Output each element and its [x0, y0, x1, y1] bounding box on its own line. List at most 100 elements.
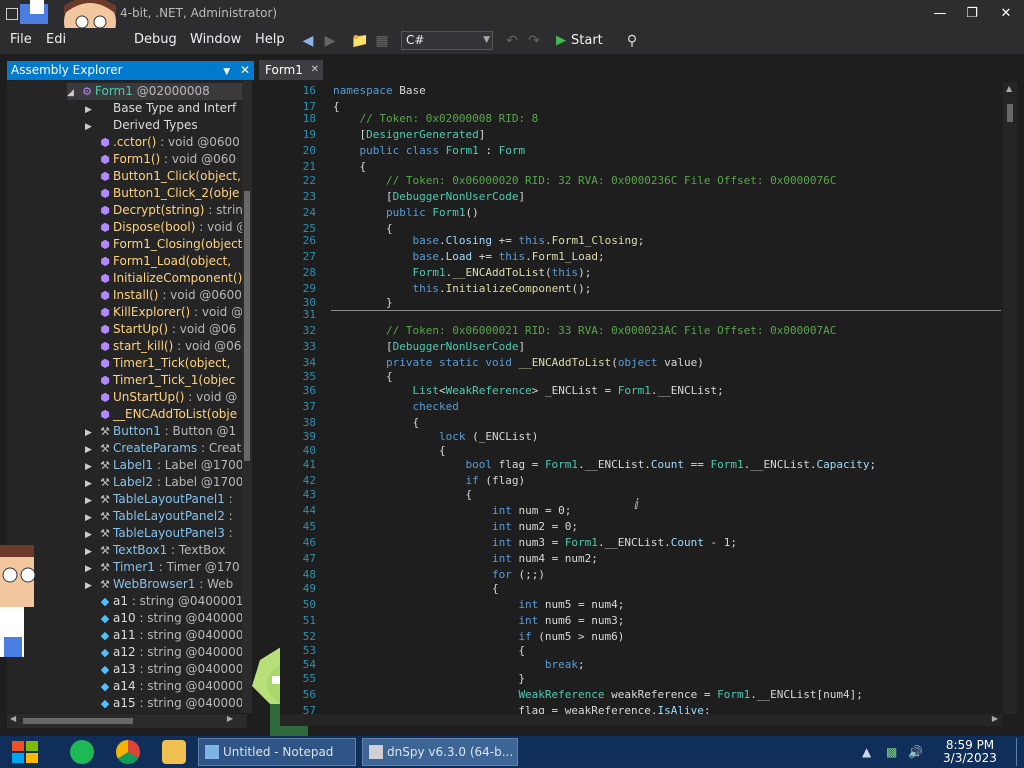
spotify-icon[interactable] — [70, 740, 94, 764]
code-line[interactable]: flag = weakReference.IsAlive; — [333, 704, 710, 714]
window-restore-icon[interactable] — [6, 8, 18, 20]
tree-row[interactable]: ⬢ .cctor() : void @0600 — [85, 134, 247, 151]
code-line[interactable]: checked — [333, 400, 458, 413]
code-line[interactable]: Form1.__ENCAddToList(this); — [333, 266, 591, 279]
back-icon[interactable]: ◀ — [298, 31, 318, 51]
code-line[interactable]: public class Form1 : Form — [333, 144, 526, 157]
tree-row[interactable]: ⬢ Form1_Load(object, — [85, 253, 247, 270]
chevron-down-icon[interactable]: ▼ — [223, 67, 230, 77]
network-icon[interactable]: ▩ — [886, 745, 897, 759]
scroll-left-icon[interactable]: ◀ — [10, 714, 16, 723]
tree-row[interactable]: ⬢ InitializeComponent() — [85, 270, 247, 287]
tree-row[interactable]: ⬢ __ENCAddToList(obje — [85, 406, 247, 423]
code-line[interactable]: if (flag) — [333, 474, 525, 487]
close-icon[interactable]: ✕ — [311, 60, 319, 80]
code-line[interactable]: int num4 = num2; — [333, 552, 598, 565]
code-line[interactable]: break; — [333, 658, 585, 671]
tree-row[interactable]: ⬢ Decrypt(string) : strin — [85, 202, 247, 219]
tree-row[interactable]: ▶ ⚒ TableLayoutPanel2 : — [85, 508, 247, 525]
tray-expand-icon[interactable]: ▲ — [862, 745, 871, 759]
tree-row[interactable]: ▶ ⚒ Label2 : Label @1700 — [85, 474, 247, 491]
tree-row[interactable]: ⬢ Form1() : void @060 — [85, 151, 247, 168]
code-line[interactable]: // Token: 0x06000021 RID: 33 RVA: 0x0000… — [333, 324, 836, 337]
code-line[interactable]: [DesignerGenerated] — [333, 128, 485, 141]
code-line[interactable]: // Token: 0x06000020 RID: 32 RVA: 0x0000… — [333, 174, 836, 187]
menu-window[interactable]: Window — [184, 30, 247, 50]
redo-icon[interactable]: ↷ — [524, 31, 544, 51]
chrome-icon[interactable] — [116, 740, 140, 764]
tree-row[interactable]: ⬢ Button1_Click_2(obje — [85, 185, 247, 202]
code-line[interactable]: namespace Base — [333, 84, 426, 97]
code-editor[interactable]: 16 namespace Base 17{18 // Token: 0x020000… — [280, 82, 1002, 714]
menu-debug[interactable]: Debug — [128, 30, 183, 50]
tree-row[interactable]: ◢ ⚙ Form1 @02000008 — [67, 83, 247, 100]
show-desktop-button[interactable] — [1016, 738, 1024, 766]
close-button[interactable]: ✕ — [994, 4, 1018, 24]
scroll-up-icon[interactable]: ▲ — [1006, 84, 1012, 93]
tree-row[interactable]: ◆ a13 : string @040000 — [85, 661, 247, 678]
code-line[interactable]: [DebuggerNonUserCode] — [333, 190, 525, 203]
menu-help[interactable]: Help — [249, 30, 291, 50]
tree-row[interactable]: ⬢ StartUp() : void @06 — [85, 321, 247, 338]
forward-icon[interactable]: ▶ — [320, 31, 340, 51]
tree-vertical-scrollbar[interactable] — [242, 81, 252, 713]
tree-row[interactable]: ⬢ Timer1_Tick(object, — [85, 355, 247, 372]
menu-edit[interactable]: Edi — [40, 30, 72, 50]
code-line[interactable]: for (;;) — [333, 568, 545, 581]
editor-horizontal-scrollbar[interactable]: ▶ — [280, 714, 1002, 726]
expander-icon[interactable]: ◢ — [67, 85, 79, 102]
search-icon[interactable]: ⚲ — [622, 31, 642, 51]
tree-row[interactable]: ▶ ⚒ TableLayoutPanel3 : — [85, 525, 247, 542]
tree-row[interactable]: ◆ a11 : string @040000 — [85, 627, 247, 644]
tree-horizontal-scrollbar[interactable]: ◀ ▶ — [7, 714, 247, 728]
scroll-right-icon[interactable]: ▶ — [227, 714, 233, 723]
code-line[interactable]: List<WeakReference> _ENCList = Form1.__E… — [333, 384, 723, 397]
scroll-thumb[interactable] — [244, 191, 250, 461]
tree-row[interactable]: ⬢ Dispose(bool) : void @ — [85, 219, 247, 236]
tree-row[interactable]: ▶ Derived Types — [85, 117, 247, 134]
tree-row[interactable]: ⬢ Timer1_Tick_1(objec — [85, 372, 247, 389]
code-line[interactable]: int num6 = num3; — [333, 614, 624, 627]
minimize-button[interactable]: — — [928, 4, 952, 24]
scroll-thumb[interactable] — [1007, 104, 1013, 122]
tree-row[interactable]: ▶ ⚒ Button1 : Button @1 — [85, 423, 247, 440]
code-line[interactable]: int num2 = 0; — [333, 520, 578, 533]
language-select[interactable]: C# ▼ — [401, 31, 493, 50]
tree-row[interactable]: ⬢ Install() : void @0600 — [85, 287, 247, 304]
code-line[interactable]: { — [333, 160, 366, 173]
undo-icon[interactable]: ↶ — [502, 31, 522, 51]
taskbar-notepad[interactable]: Untitled - Notepad — [198, 738, 356, 766]
scroll-right-icon[interactable]: ▶ — [992, 714, 998, 723]
code-line[interactable]: private static void __ENCAddToList(objec… — [333, 356, 704, 369]
tree-row[interactable]: ▶ ⚒ Label1 : Label @1700 — [85, 457, 247, 474]
code-line[interactable]: this.InitializeComponent(); — [333, 282, 591, 295]
code-line[interactable]: base.Load += this.Form1_Load; — [333, 250, 604, 263]
code-line[interactable]: int num5 = num4; — [333, 598, 624, 611]
code-line[interactable]: if (num5 > num6) — [333, 630, 624, 643]
code-line[interactable]: public Form1() — [333, 206, 479, 219]
code-line[interactable]: { — [333, 444, 446, 457]
taskbar-dnspy[interactable]: dnSpy v6.3.0 (64-b... — [362, 738, 518, 766]
windows-start-icon[interactable] — [10, 739, 40, 765]
menu-file[interactable]: File — [4, 30, 38, 50]
tab-form1[interactable]: Form1 ✕ — [259, 60, 323, 80]
editor-vertical-scrollbar[interactable]: ▲ — [1003, 82, 1017, 714]
clock[interactable]: 8:59 PM 3/3/2023 — [940, 739, 1000, 765]
code-line[interactable]: [DebuggerNonUserCode] — [333, 340, 525, 353]
code-line[interactable]: WeakReference weakReference = Form1.__EN… — [333, 688, 862, 701]
tree-row[interactable]: ◆ a12 : string @040000 — [85, 644, 247, 661]
code-line[interactable]: { — [333, 582, 499, 595]
tree-row[interactable]: ◆ a10 : string @040000 — [85, 610, 247, 627]
tree-row[interactable]: ▶ ⚒ WebBrowser1 : Web — [85, 576, 247, 593]
code-line[interactable]: int num = 0; — [333, 504, 571, 517]
volume-icon[interactable]: 🔊 — [908, 745, 923, 759]
code-line[interactable]: // Token: 0x02000008 RID: 8 — [333, 112, 539, 125]
tree-row[interactable]: ⬢ Button1_Click(object, — [85, 168, 247, 185]
scroll-thumb[interactable] — [23, 718, 133, 724]
code-line[interactable]: int num3 = Form1.__ENCList.Count - 1; — [333, 536, 737, 549]
code-line[interactable]: } — [333, 296, 393, 309]
tree-row[interactable]: ◆ a15 : string @040000 — [85, 695, 247, 712]
tree-row[interactable]: ▶ ⚒ TextBox1 : TextBox — [85, 542, 247, 559]
tree-row[interactable]: ▶ ⚒ CreateParams : Creat — [85, 440, 247, 457]
code-line[interactable]: base.Closing += this.Form1_Closing; — [333, 234, 644, 247]
